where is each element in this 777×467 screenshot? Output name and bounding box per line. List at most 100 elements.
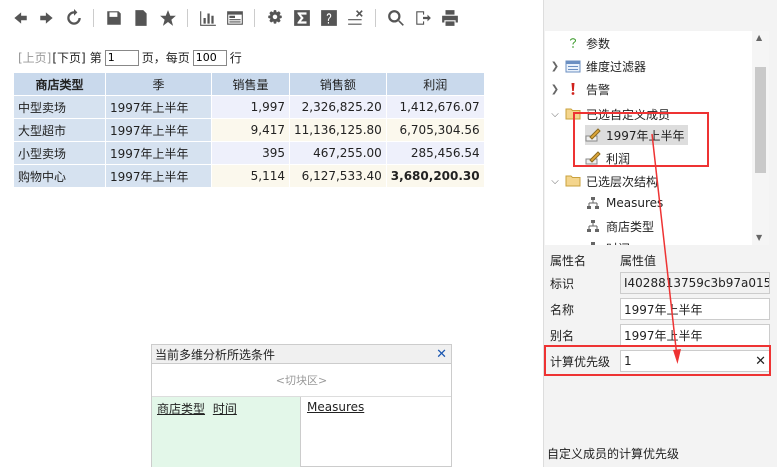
tree-item-label: 时间 (606, 240, 630, 246)
row-dimension-time[interactable]: 时间 (213, 402, 237, 416)
quarter-cell[interactable]: 1997年上半年 (105, 95, 212, 119)
table-header-row: 商店类型 季 销售量 销售额 利润 (13, 72, 485, 96)
store-type-cell[interactable]: 小型卖场 (13, 141, 106, 165)
highlight-box-custom-members (573, 112, 709, 167)
quarter-cell[interactable]: 1997年上半年 (105, 164, 212, 188)
layout-icon[interactable] (225, 8, 245, 28)
table-row: 中型卖场 1997年上半年 1,997 2,326,825.20 1,412,6… (13, 95, 485, 119)
scrollbar-thumb[interactable] (755, 67, 766, 173)
settings-gear-icon[interactable] (265, 8, 285, 28)
quarter-cell[interactable]: 1997年上半年 (105, 118, 212, 142)
sigma-formula-icon[interactable] (292, 8, 312, 28)
panel-header: 当前多维分析所选条件 ✕ (152, 345, 451, 364)
help-icon[interactable] (319, 8, 339, 28)
property-value-name[interactable]: 1997年上半年 (620, 298, 770, 320)
table-row: 购物中心 1997年上半年 5,114 6,127,533.40 3,680,2… (13, 164, 485, 188)
toolbar (0, 0, 543, 36)
value-cell: 11,136,125.80 (289, 118, 387, 142)
forward-arrow-icon[interactable] (37, 8, 57, 28)
print-icon[interactable] (440, 8, 460, 28)
page-number-input[interactable] (104, 49, 139, 66)
exclamation-alert-icon (565, 81, 581, 97)
toolbar-separator (187, 9, 188, 27)
property-value-header: 属性值 (620, 253, 657, 268)
value-cell: 285,456.54 (385, 141, 485, 165)
tree-item-hierarchy-measures[interactable]: Measures (585, 193, 663, 213)
favorite-star-icon[interactable] (158, 8, 178, 28)
tree-item-label: 商店类型 (606, 219, 655, 234)
prev-page-link[interactable]: [上页] (18, 49, 51, 66)
tree-item-hierarchy-store-type[interactable]: 商店类型 (585, 216, 654, 236)
tree-item-parameters[interactable]: 参数 (549, 33, 610, 53)
per-page-label: 页，每页 (141, 51, 190, 65)
tree-scrollbar[interactable]: ▲ ▼ (752, 31, 769, 245)
search-icon[interactable] (386, 8, 406, 28)
quarter-cell[interactable]: 1997年上半年 (105, 141, 212, 165)
filter-panel-icon (565, 58, 581, 74)
store-type-cell[interactable]: 大型超市 (13, 118, 106, 142)
property-name-header: 属性名 (550, 253, 587, 268)
table-row: 大型超市 1997年上半年 9,417 11,136,125.80 6,705,… (13, 118, 485, 142)
export-icon[interactable] (413, 8, 433, 28)
column-header-sales-amount[interactable]: 销售额 (289, 72, 387, 96)
tree-item-hierarchy-time[interactable]: 时间 (585, 238, 630, 245)
save-as-icon[interactable] (131, 8, 151, 28)
tree-item-label: Measures (606, 196, 664, 210)
value-cell: 1,412,676.07 (385, 95, 485, 119)
table-row: 小型卖场 1997年上半年 395 467,255.00 285,456.54 (13, 141, 485, 165)
toolbar-separator (93, 9, 94, 27)
column-axis-zone[interactable]: Measures (301, 397, 451, 467)
column-dimension-measures[interactable]: Measures (307, 400, 364, 414)
column-header-store-type[interactable]: 商店类型 (13, 72, 106, 96)
value-cell: 9,417 (211, 118, 290, 142)
property-description: 自定义成员的计算优先级 (547, 447, 680, 461)
value-cell: 2,326,825.20 (289, 95, 387, 119)
property-value-alias[interactable]: 1997年上半年 (620, 324, 770, 346)
value-cell: 6,705,304.56 (385, 118, 485, 142)
tree-item-selected-hierarchies[interactable]: ⌵ 已选层次结构 (549, 171, 658, 191)
selected-conditions-panel: 当前多维分析所选条件 ✕ <切块区> 商店类型 时间 Measures (151, 344, 452, 467)
store-type-cell[interactable]: 购物中心 (13, 164, 106, 188)
column-header-quarter[interactable]: 季 (105, 72, 212, 96)
bar-chart-icon[interactable] (198, 8, 218, 28)
row-dimension-store-type[interactable]: 商店类型 (157, 402, 205, 416)
column-header-sales-qty[interactable]: 销售量 (211, 72, 290, 96)
tree-item-label: 参数 (586, 36, 611, 51)
property-key: 名称 (550, 302, 575, 317)
tree-item-dimension-filter[interactable]: ❯ 维度过滤器 (549, 56, 646, 76)
axis-drop-zones: 商店类型 时间 Measures (152, 397, 451, 467)
row-label: 行 (229, 51, 242, 65)
tree-item-label: 告警 (586, 82, 611, 97)
chevron-right-icon[interactable]: ❯ (549, 83, 561, 95)
slicer-drop-zone[interactable]: <切块区> (152, 364, 451, 397)
refresh-icon[interactable] (64, 8, 84, 28)
row-axis-zone[interactable]: 商店类型 时间 (152, 397, 301, 467)
value-cell: 1,997 (211, 95, 290, 119)
chevron-down-icon[interactable]: ⌵ (549, 108, 561, 120)
highlight-box-calc-priority (544, 345, 771, 376)
property-grid-header: 属性名 属性值 (545, 250, 770, 270)
property-key: 标识 (550, 276, 575, 291)
clear-filter-icon[interactable] (346, 8, 366, 28)
hierarchy-icon (585, 218, 601, 234)
scroll-up-icon[interactable]: ▲ (756, 33, 762, 42)
close-icon[interactable]: ✕ (436, 347, 447, 362)
value-cell: 5,114 (211, 164, 290, 188)
back-arrow-icon[interactable] (10, 8, 30, 28)
tree-item-label: 维度过滤器 (586, 59, 647, 74)
value-cell: 395 (211, 141, 290, 165)
rows-per-page-input[interactable] (192, 49, 227, 66)
next-page-link[interactable]: [下页] (52, 49, 85, 66)
scroll-down-icon[interactable]: ▼ (756, 233, 762, 242)
chevron-down-icon[interactable]: ⌵ (549, 175, 561, 187)
chevron-right-icon[interactable]: ❯ (549, 60, 561, 72)
value-cell: 6,127,533.40 (289, 164, 387, 188)
property-value-id: I4028813759c3b97a0150 (620, 272, 770, 294)
property-row-id: 标识 I4028813759c3b97a0150 (545, 270, 770, 296)
column-header-profit[interactable]: 利润 (385, 72, 485, 96)
tree-item-alerts[interactable]: ❯ 告警 (549, 79, 610, 99)
value-cell: 3,680,200.30 (385, 164, 485, 188)
save-icon[interactable] (104, 8, 124, 28)
store-type-cell[interactable]: 中型卖场 (13, 95, 106, 119)
olap-result-table: 商店类型 季 销售量 销售额 利润 中型卖场 1997年上半年 1,997 2,… (13, 72, 485, 188)
